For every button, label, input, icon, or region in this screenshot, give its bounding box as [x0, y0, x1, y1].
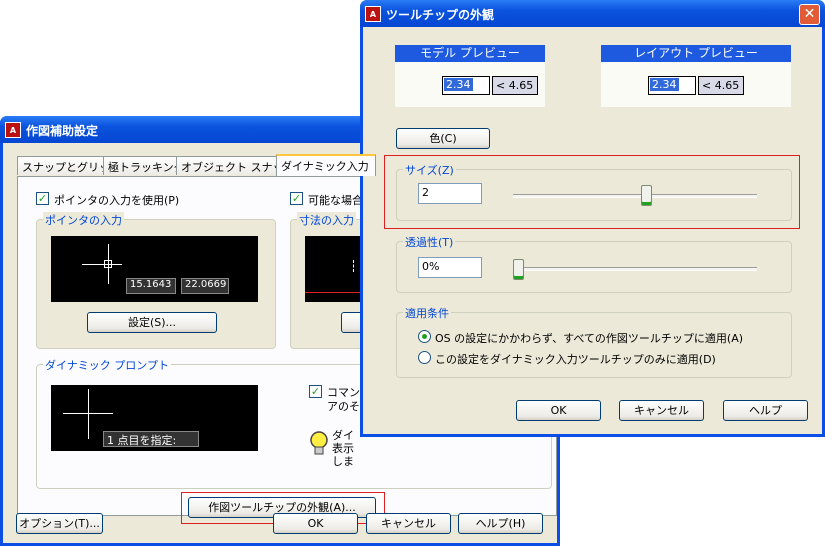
layout-preview: レイアウト プレビュー 2.34 < 4.65 — [601, 45, 791, 107]
tooltip-appearance-dialog: A ツールチップの外観 ✕ モデル プレビュー 2.34 < 4.65 レイアウ… — [360, 0, 825, 437]
model-preview-value: 2.34 — [444, 78, 473, 91]
layout-preview-label: レイアウト プレビュー — [601, 45, 791, 62]
apply-all-label: OS の設定にかかわらず、すべての作図ツールチップに適用(A) — [435, 332, 744, 345]
layout-preview-value-box: 2.34 — [648, 76, 696, 95]
pointer-input-checkbox-label: ポインタの入力を使用(P) — [54, 194, 180, 207]
apply-dynamic-radio[interactable] — [418, 351, 431, 364]
transparency-group-title: 透過性(T) — [403, 234, 456, 250]
pointer-input-group: ポインタの入力 15.1643 22.0669 設定(S)... — [36, 212, 276, 349]
command-tooltip-checkbox[interactable]: ✓ — [309, 385, 322, 398]
cancel-button[interactable]: キャンセル — [619, 400, 704, 421]
help-button[interactable]: ヘルプ — [723, 400, 808, 421]
autocad-app-icon: A — [365, 6, 381, 22]
dimension-extension-line — [353, 260, 355, 272]
x-coordinate-tooltip: 15.1643 — [126, 278, 176, 294]
help-button[interactable]: ヘルプ(H) — [458, 513, 543, 534]
model-preview-value-box: 2.34 — [442, 76, 490, 95]
cancel-button[interactable]: キャンセル — [366, 513, 451, 534]
ok-button[interactable]: OK — [273, 513, 358, 534]
hint-text-3: しま — [332, 455, 354, 468]
dynamic-prompt-preview: 1 点目を指定: — [51, 385, 258, 451]
ok-button[interactable]: OK — [516, 400, 601, 421]
size-group-title: サイズ(Z) — [403, 162, 456, 178]
possible-checkbox-label: 可能な場合 — [308, 194, 363, 207]
apply-group: 適用条件 OS の設定にかかわらず、すべての作図ツールチップに適用(A) この設… — [396, 305, 792, 378]
apply-all-radio[interactable] — [418, 330, 431, 343]
size-group: サイズ(Z) 2 — [396, 162, 792, 221]
model-preview-angle: < 4.65 — [492, 76, 538, 95]
size-input[interactable]: 2 — [418, 183, 482, 204]
prompt-crosshair-v — [88, 389, 89, 439]
tooltip-appearance-titlebar[interactable]: A ツールチップの外観 ✕ — [360, 0, 825, 27]
color-button[interactable]: 色(C) — [396, 128, 490, 149]
pointer-input-checkbox[interactable]: ✓ — [36, 192, 49, 205]
size-slider-track[interactable] — [513, 194, 757, 198]
pointer-settings-button[interactable]: 設定(S)... — [87, 312, 217, 333]
dynamic-prompt-group-title: ダイナミック プロンプト — [43, 357, 171, 373]
options-button[interactable]: オプション(T)... — [16, 513, 103, 534]
crosshair-h — [82, 264, 122, 265]
crosshair-box — [104, 260, 112, 268]
close-icon[interactable]: ✕ — [799, 4, 820, 25]
dialog-title: ツールチップの外観 — [386, 8, 495, 22]
tab-dynamic-input[interactable]: ダイナミック入力 — [276, 154, 376, 176]
tooltip-appearance-client: モデル プレビュー 2.34 < 4.65 レイアウト プレビュー 2.34 <… — [363, 27, 822, 434]
pointer-input-preview: 15.1643 22.0669 — [51, 236, 258, 302]
prompt-tooltip: 1 点目を指定: — [103, 431, 199, 447]
transparency-slider-thumb[interactable] — [513, 259, 524, 280]
model-preview: モデル プレビュー 2.34 < 4.65 — [395, 45, 545, 107]
autocad-app-icon: A — [5, 122, 21, 138]
possible-checkbox[interactable]: ✓ — [290, 192, 303, 205]
layout-preview-value: 2.34 — [650, 78, 679, 91]
transparency-slider-track[interactable] — [513, 267, 757, 271]
transparency-group: 透過性(T) 0% — [396, 234, 792, 293]
size-slider-thumb[interactable] — [641, 185, 653, 206]
lightbulb-icon — [309, 431, 329, 455]
pointer-input-group-title: ポインタの入力 — [43, 212, 124, 228]
transparency-input[interactable]: 0% — [418, 257, 482, 278]
dialog-title: 作図補助設定 — [26, 124, 99, 138]
dimension-input-group-title: 寸法の入力 — [297, 212, 356, 228]
model-preview-label: モデル プレビュー — [395, 45, 545, 62]
apply-group-title: 適用条件 — [403, 305, 451, 321]
layout-preview-angle: < 4.65 — [698, 76, 744, 95]
apply-dynamic-label: この設定をダイナミック入力ツールチップのみに適用(D) — [435, 353, 716, 366]
y-coordinate-tooltip: 22.0669 — [181, 278, 229, 294]
